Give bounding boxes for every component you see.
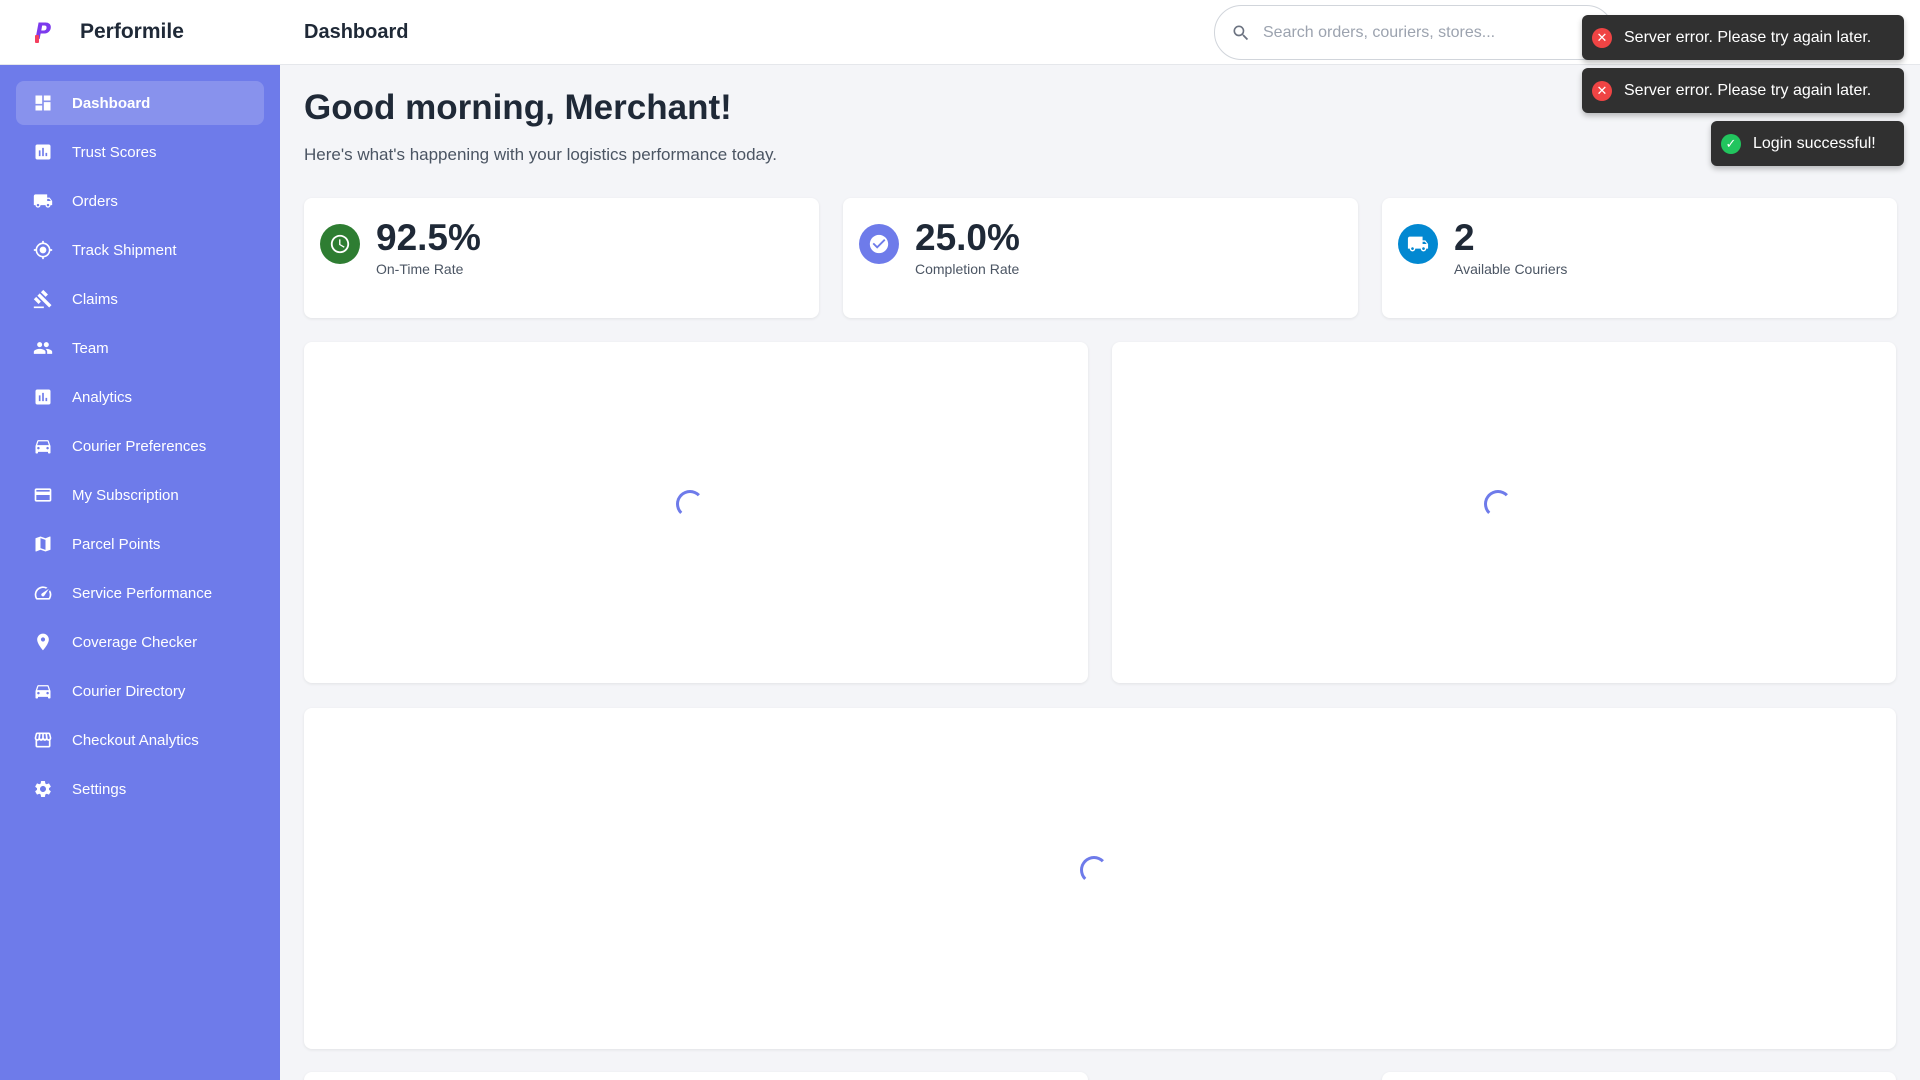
- sidebar-item-courier-preferences[interactable]: Courier Preferences: [16, 424, 264, 468]
- sidebar-item-analytics[interactable]: Analytics: [16, 375, 264, 419]
- chart-panel-wide: [304, 708, 1896, 1049]
- sidebar-item-team[interactable]: Team: [16, 326, 264, 370]
- sidebar-nav: Dashboard Trust Scores Orders Track Ship…: [0, 65, 280, 832]
- error-icon: ✕: [1592, 80, 1612, 101]
- sidebar-item-parcel-points[interactable]: Parcel Points: [16, 522, 264, 566]
- sidebar-item-label: Courier Preferences: [72, 437, 207, 455]
- panel-bottom-left: [304, 1072, 1088, 1080]
- sidebar-item-settings[interactable]: Settings: [16, 767, 264, 811]
- sidebar: P Performile Dashboard Trust Scores Orde…: [0, 0, 280, 1080]
- brand-name: Performile: [80, 20, 184, 43]
- sidebar-item-label: Courier Directory: [72, 682, 186, 700]
- sidebar-item-label: Orders: [72, 192, 118, 210]
- check-icon: ✓: [1721, 133, 1741, 154]
- sidebar-item-label: Dashboard: [72, 94, 151, 112]
- sidebar-item-service-performance[interactable]: Service Performance: [16, 571, 264, 615]
- toast-message: Server error. Please try again later.: [1624, 81, 1872, 99]
- sidebar-item-orders[interactable]: Orders: [16, 179, 264, 223]
- sidebar-item-label: Coverage Checker: [72, 633, 198, 651]
- toast-message: Login successful!: [1753, 134, 1876, 152]
- brand[interactable]: P Performile: [0, 0, 280, 65]
- page-title: Dashboard: [304, 20, 409, 43]
- sidebar-item-checkout-analytics[interactable]: Checkout Analytics: [16, 718, 264, 762]
- error-icon: ✕: [1592, 27, 1612, 48]
- speedometer-icon: [32, 582, 54, 604]
- bar-chart-icon: [32, 141, 54, 163]
- sidebar-item-dashboard[interactable]: Dashboard: [16, 81, 264, 125]
- sidebar-item-label: Track Shipment: [72, 241, 177, 259]
- sidebar-item-trust-scores[interactable]: Trust Scores: [16, 130, 264, 174]
- sidebar-item-label: My Subscription: [72, 486, 179, 504]
- car-icon: [32, 680, 54, 702]
- loading-spinner: [1484, 490, 1512, 518]
- credit-card-icon: [32, 484, 54, 506]
- loading-spinner: [676, 490, 704, 518]
- clock-icon: [320, 224, 360, 264]
- sidebar-item-label: Claims: [72, 290, 118, 308]
- search-box[interactable]: [1214, 5, 1614, 60]
- panel-bottom-right: [1382, 1072, 1896, 1080]
- stat-value: 25.0%: [915, 217, 1020, 258]
- location-pin-icon: [32, 631, 54, 653]
- chart-panel-left: [304, 342, 1088, 683]
- stat-card-on-time: 92.5% On-Time Rate: [304, 198, 819, 318]
- analytics-icon: [32, 386, 54, 408]
- car-icon: [32, 435, 54, 457]
- chart-panel-right: [1112, 342, 1896, 683]
- toast-error[interactable]: ✕ Server error. Please try again later.: [1582, 68, 1904, 113]
- toast-error[interactable]: ✕ Server error. Please try again later.: [1582, 15, 1904, 60]
- sidebar-item-my-subscription[interactable]: My Subscription: [16, 473, 264, 517]
- map-icon: [32, 533, 54, 555]
- sidebar-item-label: Settings: [72, 780, 127, 798]
- gps-icon: [32, 239, 54, 261]
- gavel-icon: [32, 288, 54, 310]
- stat-label: On-Time Rate: [376, 260, 464, 277]
- sidebar-item-label: Parcel Points: [72, 535, 161, 553]
- sidebar-item-coverage-checker[interactable]: Coverage Checker: [16, 620, 264, 664]
- toast-success[interactable]: ✓ Login successful!: [1711, 121, 1904, 166]
- greeting-heading: Good morning, Merchant!: [304, 88, 732, 127]
- sidebar-item-label: Trust Scores: [72, 143, 157, 161]
- stat-label: Available Couriers: [1454, 260, 1568, 277]
- sidebar-item-courier-directory[interactable]: Courier Directory: [16, 669, 264, 713]
- stat-label: Completion Rate: [915, 260, 1020, 277]
- stat-card-couriers: 2 Available Couriers: [1382, 198, 1897, 318]
- brand-logo-icon: P: [30, 19, 56, 45]
- search-input[interactable]: [1263, 23, 1583, 42]
- sidebar-item-label: Checkout Analytics: [72, 731, 199, 749]
- loading-spinner: [1080, 856, 1108, 884]
- sidebar-item-track-shipment[interactable]: Track Shipment: [16, 228, 264, 272]
- truck-icon: [1398, 224, 1438, 264]
- truck-icon: [32, 190, 54, 212]
- toast-message: Server error. Please try again later.: [1624, 28, 1872, 46]
- stat-card-completion: 25.0% Completion Rate: [843, 198, 1358, 318]
- store-icon: [32, 729, 54, 751]
- dashboard-icon: [32, 92, 54, 114]
- sidebar-item-label: Service Performance: [72, 584, 213, 602]
- sidebar-item-label: Team: [72, 339, 109, 357]
- stat-value: 2: [1454, 217, 1475, 258]
- stat-value: 92.5%: [376, 217, 481, 258]
- check-circle-icon: [859, 224, 899, 264]
- search-icon: [1233, 25, 1249, 40]
- gear-icon: [32, 778, 54, 800]
- sidebar-item-label: Analytics: [72, 388, 133, 406]
- sidebar-item-claims[interactable]: Claims: [16, 277, 264, 321]
- people-icon: [32, 337, 54, 359]
- greeting-subtitle: Here's what's happening with your logist…: [304, 145, 777, 164]
